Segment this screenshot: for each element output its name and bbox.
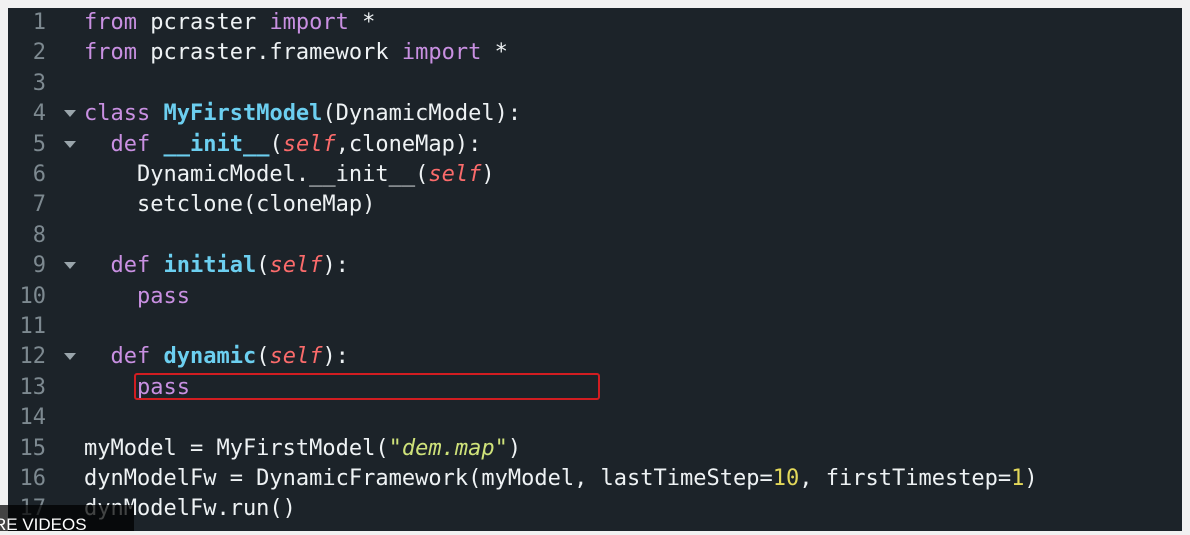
- code-line[interactable]: 14: [8, 403, 1182, 433]
- line-number: 4: [32, 101, 46, 127]
- code-line[interactable]: 17dynModelFw.run(): [8, 494, 1182, 524]
- line-number: 10: [19, 283, 47, 309]
- line-number: 5: [32, 131, 46, 157]
- code-token: MyFirstModel: [163, 101, 323, 127]
- code-token: __init__: [163, 131, 270, 157]
- line-number: 8: [32, 222, 46, 248]
- line-number: 12: [19, 344, 47, 370]
- fold-arrow-icon[interactable]: [64, 262, 76, 270]
- code-token: self: [269, 253, 323, 279]
- line-number: 7: [32, 192, 46, 218]
- code-token: dynModelFw = DynamicFramework(myModel, l…: [84, 466, 773, 491]
- line-number: 15: [19, 435, 47, 461]
- code-line[interactable]: 15 myModel = MyFirstModel("dem.map"): [8, 434, 1182, 464]
- code-token: "dem.map": [388, 435, 508, 461]
- code-token: *: [348, 10, 376, 35]
- code-line[interactable]: 2 from pcraster.framework import *: [8, 38, 1182, 68]
- line-number: 9: [32, 253, 46, 279]
- code-line[interactable]: 3: [8, 69, 1182, 99]
- code-token: pass: [136, 283, 190, 309]
- code-line[interactable]: 8: [8, 221, 1182, 251]
- code-line[interactable]: 9 def initial(self):: [8, 251, 1182, 281]
- code-token: initial: [163, 253, 257, 279]
- code-line[interactable]: 16 dynModelFw = DynamicFramework(myModel,…: [8, 464, 1182, 494]
- code-text[interactable]: def __init__(self,cloneMap):: [84, 130, 482, 160]
- code-token: pcraster.framework: [136, 40, 402, 66]
- code-line[interactable]: 12 def dynamic(self):: [8, 342, 1182, 372]
- code-line[interactable]: 5 def __init__(self,cloneMap):: [8, 130, 1182, 160]
- code-token: from: [84, 40, 137, 66]
- code-token: ): [1024, 466, 1038, 491]
- code-token: def: [110, 253, 164, 279]
- code-token: dynamic: [163, 344, 257, 370]
- code-token: class: [84, 101, 164, 127]
- line-number: 1: [32, 10, 46, 35]
- code-token: ):: [322, 344, 349, 370]
- code-token: , firstTimestep=: [799, 466, 1012, 491]
- code-token: 10: [772, 466, 800, 491]
- code-token: myModel = MyFirstModel(: [84, 435, 389, 461]
- more-videos-label[interactable]: RE VIDEOS: [0, 515, 87, 535]
- code-token: ): [507, 435, 522, 461]
- code-line[interactable]: 4 class MyFirstModel(DynamicModel):: [8, 99, 1182, 129]
- fold-arrow-icon[interactable]: [64, 140, 76, 148]
- code-text[interactable]: pass: [84, 282, 190, 312]
- code-line[interactable]: 11: [8, 312, 1182, 342]
- code-token: setclone(cloneMap): [84, 192, 376, 218]
- fold-arrow-icon[interactable]: [64, 353, 76, 361]
- more-videos-overlay[interactable]: RE VIDEOS: [0, 505, 134, 534]
- code-token: ,cloneMap):: [335, 131, 482, 157]
- code-token: (: [256, 253, 270, 279]
- code-text[interactable]: class MyFirstModel(DynamicModel):: [84, 99, 521, 129]
- line-number: 13: [19, 374, 47, 400]
- code-token: 1: [1011, 466, 1025, 491]
- fold-arrow-icon[interactable]: [64, 110, 76, 118]
- code-text[interactable]: setclone(cloneMap): [84, 190, 375, 220]
- code-line[interactable]: 7 setclone(cloneMap): [8, 190, 1182, 220]
- code-token: (: [269, 131, 283, 157]
- code-token: self: [282, 131, 336, 157]
- line-number: 11: [19, 314, 47, 339]
- code-line[interactable]: 10 pass: [8, 282, 1182, 312]
- highlight-box: [134, 373, 600, 400]
- code-token: ):: [322, 253, 349, 279]
- code-text[interactable]: DynamicModel.__init__(self): [84, 160, 495, 190]
- line-number: 16: [19, 466, 47, 491]
- code-token: (: [256, 344, 270, 370]
- code-token: *: [481, 40, 508, 66]
- code-token: self: [428, 162, 482, 187]
- code-text[interactable]: from pcraster.framework import *: [84, 38, 508, 68]
- code-line[interactable]: 1 from pcraster import *: [8, 8, 1182, 38]
- code-token: import: [269, 10, 349, 35]
- code-token: def: [110, 344, 164, 370]
- code-token: def: [110, 131, 164, 157]
- code-line[interactable]: 6 DynamicModel.__init__(self): [8, 160, 1182, 190]
- code-text[interactable]: from pcraster import *: [84, 8, 375, 38]
- code-token: import: [401, 40, 482, 66]
- code-text[interactable]: myModel = MyFirstModel("dem.map"): [84, 434, 521, 464]
- line-number: 6: [32, 162, 46, 187]
- code-token: from: [84, 10, 137, 35]
- code-token: ): [481, 162, 495, 187]
- line-number: 14: [19, 405, 47, 431]
- code-text[interactable]: dynModelFw = DynamicFramework(myModel, l…: [84, 464, 1038, 494]
- code-token: self: [269, 344, 323, 370]
- code-editor[interactable]: 1 from pcraster import * 2 from pcraster.fr…: [8, 8, 1182, 531]
- code-token: (DynamicModel):: [322, 101, 522, 127]
- code-text[interactable]: def initial(self):: [84, 251, 349, 281]
- line-number: 3: [32, 70, 46, 96]
- code-text[interactable]: def dynamic(self):: [84, 342, 349, 372]
- line-number: 2: [32, 40, 46, 66]
- code-token: DynamicModel.__init__(: [84, 162, 429, 187]
- code-token: pcraster: [136, 10, 270, 35]
